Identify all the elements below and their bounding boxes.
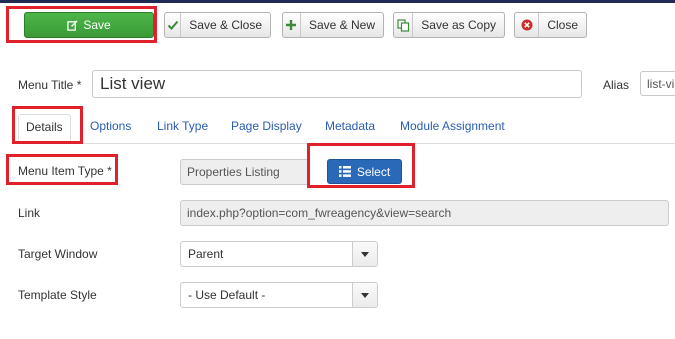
template-style-value: - Use Default - <box>188 288 266 302</box>
alias-label: Alias <box>603 78 630 92</box>
save-new-button[interactable]: Save & New <box>282 12 384 38</box>
menu-item-type-label: Menu Item Type * <box>18 164 112 178</box>
list-icon <box>338 166 351 177</box>
save-new-label: Save & New <box>308 18 375 32</box>
menu-item-type-field: Properties Listing <box>180 159 308 185</box>
save-label: Save <box>83 18 111 32</box>
close-label: Close <box>547 18 578 32</box>
close-circle-icon <box>515 13 540 37</box>
plus-icon <box>283 13 301 37</box>
link-field: index.php?option=com_fwreagency&view=sea… <box>180 200 669 226</box>
menu-title-label: Menu Title * <box>18 78 82 92</box>
alias-input[interactable]: list-view <box>640 71 675 96</box>
save-close-button[interactable]: Save & Close <box>164 12 271 38</box>
menu-title-input[interactable]: List view <box>92 70 582 98</box>
copy-icon <box>394 13 414 37</box>
save-button[interactable]: Save <box>24 12 154 38</box>
save-as-copy-button[interactable]: Save as Copy <box>393 12 505 38</box>
checkmark-icon <box>165 13 182 37</box>
tab-module-assignment[interactable]: Module Assignment <box>400 119 505 133</box>
tab-link-type[interactable]: Link Type <box>157 119 208 133</box>
tab-bar: Details Options Link Type Page Display M… <box>12 106 675 144</box>
save-close-label: Save & Close <box>189 18 262 32</box>
tab-details[interactable]: Details <box>18 114 71 144</box>
tab-page-display[interactable]: Page Display <box>231 119 302 133</box>
template-style-select[interactable]: - Use Default - <box>180 282 378 308</box>
caret-down-icon <box>352 242 377 266</box>
close-button[interactable]: Close <box>514 12 587 38</box>
tab-options[interactable]: Options <box>90 119 131 133</box>
template-style-label: Template Style <box>18 288 97 302</box>
target-window-select[interactable]: Parent <box>180 241 378 267</box>
save-as-copy-label: Save as Copy <box>421 18 496 32</box>
select-label: Select <box>356 164 391 179</box>
caret-down-icon <box>352 283 377 307</box>
target-window-label: Target Window <box>18 247 98 261</box>
tab-metadata[interactable]: Metadata <box>325 119 375 133</box>
edit-icon <box>67 19 78 31</box>
top-border <box>0 0 675 3</box>
link-label: Link <box>18 206 41 220</box>
target-window-value: Parent <box>188 247 224 261</box>
select-button[interactable]: Select <box>327 159 402 184</box>
